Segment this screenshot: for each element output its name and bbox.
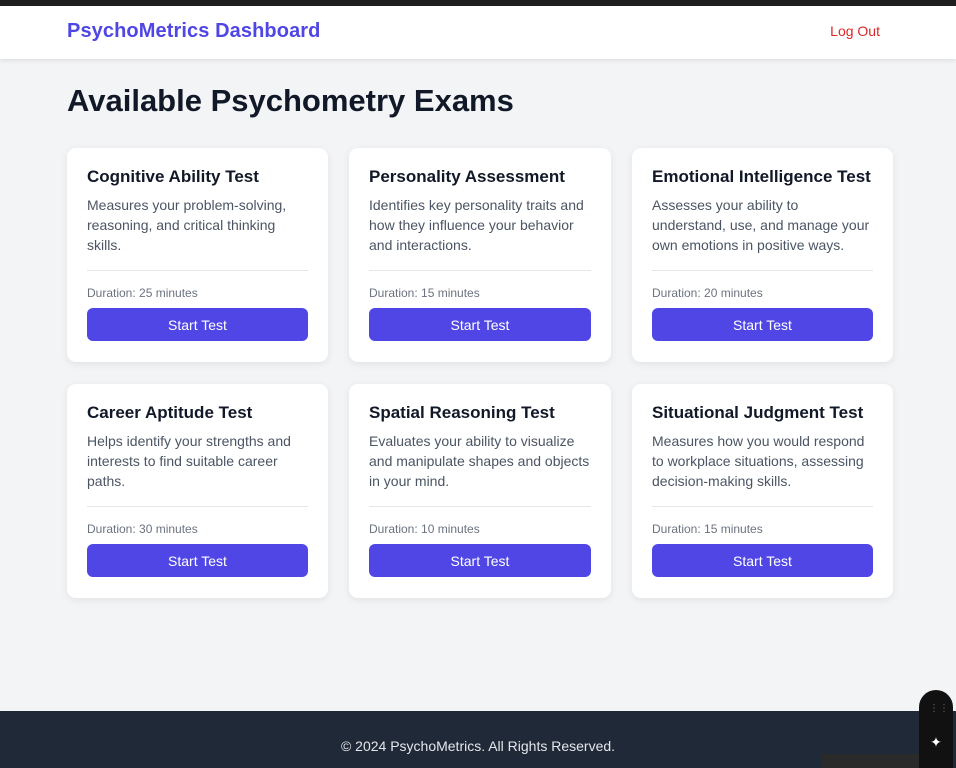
- exam-duration: Duration: 30 minutes: [87, 522, 198, 536]
- drag-handle-icon[interactable]: ⋮⋮: [929, 702, 949, 716]
- exam-card: Career Aptitude Test Helps identify your…: [67, 384, 328, 598]
- card-divider: [652, 270, 873, 271]
- exam-description: Identifies key personality traits and ho…: [369, 197, 584, 253]
- exam-description: Evaluates your ability to visualize and …: [369, 433, 590, 489]
- exam-duration: Duration: 15 minutes: [652, 522, 763, 536]
- exam-grid: Cognitive Ability Test Measures your pro…: [67, 148, 893, 598]
- exam-duration: Duration: 15 minutes: [369, 286, 480, 300]
- exam-title: Spatial Reasoning Test: [369, 403, 555, 422]
- sparkle-icon[interactable]: ✦: [928, 734, 944, 750]
- exam-description: Measures how you would respond to workpl…: [652, 433, 865, 489]
- exam-duration: Duration: 10 minutes: [369, 522, 480, 536]
- card-divider: [369, 270, 591, 271]
- exam-card: Emotional Intelligence Test Assesses you…: [632, 148, 893, 362]
- start-test-button[interactable]: Start Test: [87, 544, 308, 577]
- page-title: Available Psychometry Exams: [67, 83, 514, 118]
- exam-description: Measures your problem-solving, reasoning…: [87, 197, 287, 253]
- floating-toolbar[interactable]: ⋮⋮ ✦: [919, 690, 953, 768]
- footer-copyright: © 2024 PsychoMetrics. All Rights Reserve…: [340, 738, 616, 754]
- exam-card: Cognitive Ability Test Measures your pro…: [67, 148, 328, 362]
- exam-title: Situational Judgment Test: [652, 403, 864, 422]
- exam-title: Cognitive Ability Test: [87, 167, 259, 186]
- exam-title: Personality Assessment: [369, 167, 565, 186]
- exam-title: Emotional Intelligence Test: [652, 167, 871, 186]
- exam-card: Situational Judgment Test Measures how y…: [632, 384, 893, 598]
- start-test-button[interactable]: Start Test: [652, 544, 873, 577]
- card-divider: [87, 270, 308, 271]
- start-test-button[interactable]: Start Test: [369, 308, 591, 341]
- card-divider: [87, 506, 308, 507]
- top-navbar: PsychoMetrics Dashboard Log Out: [0, 6, 956, 59]
- exam-card: Personality Assessment Identifies key pe…: [349, 148, 611, 362]
- exam-description: Assesses your ability to understand, use…: [652, 197, 870, 253]
- exam-duration: Duration: 20 minutes: [652, 286, 763, 300]
- start-test-button[interactable]: Start Test: [652, 308, 873, 341]
- card-divider: [652, 506, 873, 507]
- exam-card: Spatial Reasoning Test Evaluates your ab…: [349, 384, 611, 598]
- start-test-button[interactable]: Start Test: [87, 308, 308, 341]
- exam-description: Helps identify your strengths and intere…: [87, 433, 291, 489]
- exam-title: Career Aptitude Test: [87, 403, 253, 422]
- overlay-panel-edge: [821, 754, 919, 768]
- exam-duration: Duration: 25 minutes: [87, 286, 198, 300]
- brand-title[interactable]: PsychoMetrics Dashboard: [67, 20, 321, 43]
- card-divider: [369, 506, 591, 507]
- page-footer: © 2024 PsychoMetrics. All Rights Reserve…: [0, 711, 956, 768]
- start-test-button[interactable]: Start Test: [369, 544, 591, 577]
- logout-link[interactable]: Log Out: [830, 23, 880, 39]
